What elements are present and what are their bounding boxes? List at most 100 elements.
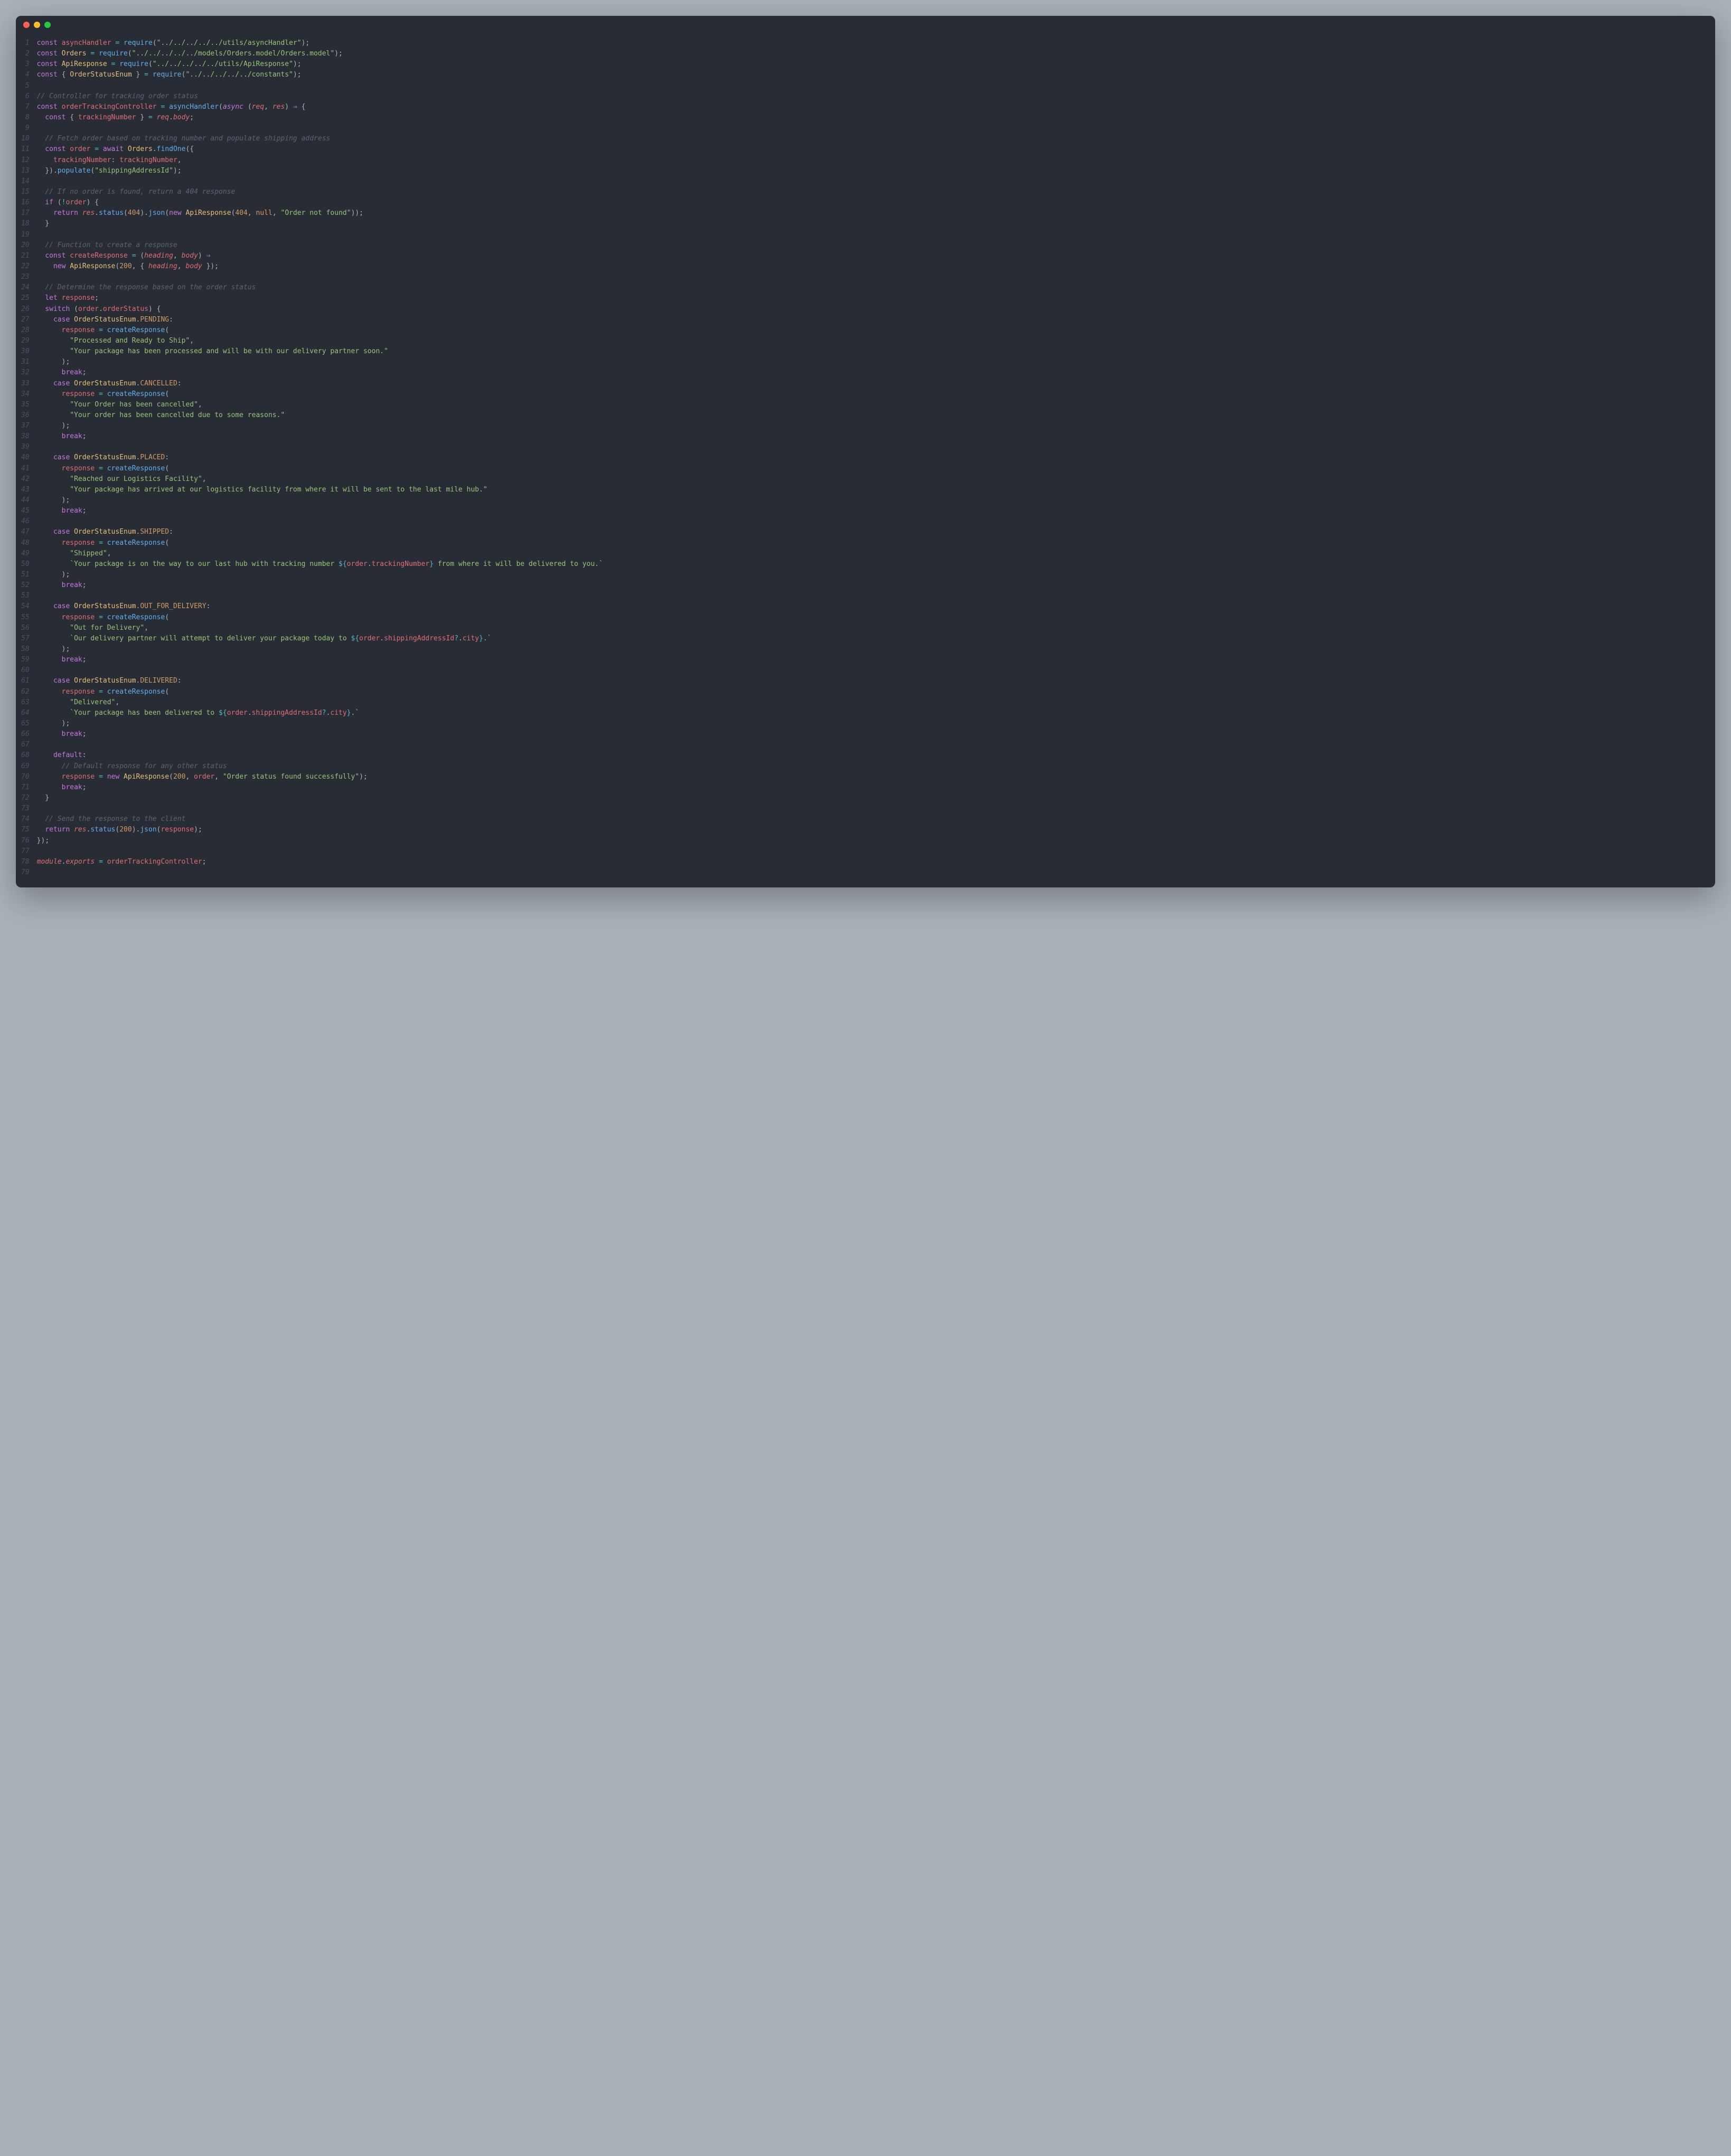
code-line[interactable] [37, 81, 1705, 91]
line-number: 65 [21, 718, 30, 729]
code-line[interactable]: "Reached our Logistics Facility", [37, 474, 1705, 485]
line-number: 3 [21, 59, 30, 70]
code-line[interactable]: `Your package is on the way to our last … [37, 559, 1705, 570]
code-line[interactable]: let response; [37, 293, 1705, 304]
code-editor[interactable]: 1234567891011121314151617181920212223242… [16, 34, 1715, 887]
code-line[interactable] [37, 803, 1705, 814]
code-line[interactable]: const createResponse = (heading, body) ⇒ [37, 251, 1705, 261]
line-number: 25 [21, 293, 30, 304]
code-line[interactable] [37, 442, 1705, 452]
code-line[interactable]: ); [37, 718, 1705, 729]
code-line[interactable]: // If no order is found, return a 404 re… [37, 187, 1705, 197]
line-number: 57 [21, 633, 30, 644]
code-line[interactable]: const order = await Orders.findOne({ [37, 144, 1705, 155]
code-line[interactable]: case OrderStatusEnum.PLACED: [37, 452, 1705, 463]
zoom-icon[interactable] [44, 22, 51, 28]
code-line[interactable]: const ApiResponse = require("../../../..… [37, 59, 1705, 70]
code-line[interactable]: // Controller for tracking order status [37, 91, 1705, 102]
code-line[interactable]: const asyncHandler = require("../../../.… [37, 38, 1705, 49]
code-line[interactable]: ); [37, 644, 1705, 655]
code-line[interactable]: response = createResponse( [37, 612, 1705, 623]
line-number: 58 [21, 644, 30, 655]
line-number: 7 [21, 102, 30, 112]
line-number: 79 [21, 867, 30, 878]
code-line[interactable] [37, 272, 1705, 282]
close-icon[interactable] [23, 22, 30, 28]
code-line[interactable]: ); [37, 570, 1705, 580]
code-line[interactable]: "Your package has been processed and wil… [37, 346, 1705, 357]
code-line[interactable]: }); [37, 836, 1705, 846]
code-line[interactable] [37, 230, 1705, 240]
minimize-icon[interactable] [34, 22, 40, 28]
code-line[interactable]: break; [37, 782, 1705, 793]
code-line[interactable]: "Shipped", [37, 549, 1705, 559]
code-line[interactable]: case OrderStatusEnum.OUT_FOR_DELIVERY: [37, 601, 1705, 612]
code-line[interactable] [37, 123, 1705, 134]
code-line[interactable]: response = createResponse( [37, 538, 1705, 549]
code-line[interactable] [37, 516, 1705, 527]
code-line[interactable]: break; [37, 580, 1705, 591]
code-line[interactable]: } [37, 219, 1705, 229]
code-line[interactable]: "Out for Delivery", [37, 623, 1705, 633]
code-line[interactable]: break; [37, 367, 1705, 378]
titlebar [16, 16, 1715, 34]
code-line[interactable]: // Fetch order based on tracking number … [37, 134, 1705, 144]
code-line[interactable]: return res.status(404).json(new ApiRespo… [37, 208, 1705, 219]
code-line[interactable]: }).populate("shippingAddressId"); [37, 166, 1705, 176]
code-line[interactable]: "Processed and Ready to Ship", [37, 336, 1705, 346]
code-line[interactable]: "Your order has been cancelled due to so… [37, 410, 1705, 421]
code-line[interactable]: // Send the response to the client [37, 814, 1705, 825]
code-line[interactable]: response = createResponse( [37, 325, 1705, 336]
code-line[interactable]: const { trackingNumber } = req.body; [37, 112, 1705, 123]
code-line[interactable]: "Your package has arrived at our logisti… [37, 485, 1705, 495]
code-line[interactable]: case OrderStatusEnum.CANCELLED: [37, 379, 1705, 389]
code-line[interactable]: case OrderStatusEnum.DELIVERED: [37, 676, 1705, 686]
code-line[interactable]: break; [37, 655, 1705, 665]
code-line[interactable]: // Default response for any other status [37, 761, 1705, 772]
line-number: 47 [21, 527, 30, 537]
code-line[interactable] [37, 591, 1705, 601]
code-line[interactable]: response = createResponse( [37, 464, 1705, 474]
code-line[interactable]: case OrderStatusEnum.SHIPPED: [37, 527, 1705, 537]
code-line[interactable]: `Your package has been delivered to ${or… [37, 708, 1705, 718]
code-line[interactable]: response = createResponse( [37, 389, 1705, 400]
code-line[interactable]: switch (order.orderStatus) { [37, 304, 1705, 315]
code-line[interactable]: "Delivered", [37, 697, 1705, 708]
code-line[interactable]: break; [37, 431, 1705, 442]
code-line[interactable]: const Orders = require("../../../../../m… [37, 49, 1705, 59]
line-number: 60 [21, 665, 30, 676]
code-line[interactable]: `Our delivery partner will attempt to de… [37, 633, 1705, 644]
code-line[interactable]: ); [37, 495, 1705, 506]
line-number: 35 [21, 400, 30, 410]
code-line[interactable]: } [37, 793, 1705, 803]
code-area[interactable]: const asyncHandler = require("../../../.… [37, 38, 1715, 878]
code-line[interactable]: const { OrderStatusEnum } = require("../… [37, 70, 1705, 80]
code-line[interactable] [37, 867, 1705, 878]
code-line[interactable]: return res.status(200).json(response); [37, 825, 1705, 835]
code-line[interactable]: ); [37, 421, 1705, 431]
code-line[interactable]: response = createResponse( [37, 687, 1705, 697]
code-line[interactable]: new ApiResponse(200, { heading, body }); [37, 261, 1705, 272]
code-line[interactable] [37, 740, 1705, 750]
code-line[interactable] [37, 846, 1705, 857]
code-line[interactable]: "Your Order has been cancelled", [37, 400, 1705, 410]
code-line[interactable]: case OrderStatusEnum.PENDING: [37, 315, 1705, 325]
line-number: 74 [21, 814, 30, 825]
code-line[interactable]: module.exports = orderTrackingController… [37, 857, 1705, 867]
code-line[interactable]: break; [37, 729, 1705, 740]
code-line[interactable]: const orderTrackingController = asyncHan… [37, 102, 1705, 112]
code-line[interactable]: // Determine the response based on the o… [37, 282, 1705, 293]
code-line[interactable]: // Function to create a response [37, 240, 1705, 251]
code-line[interactable]: trackingNumber: trackingNumber, [37, 155, 1705, 166]
line-number: 61 [21, 676, 30, 686]
line-number: 32 [21, 367, 30, 378]
code-line[interactable] [37, 665, 1705, 676]
code-line[interactable]: break; [37, 506, 1705, 516]
code-line[interactable]: default: [37, 750, 1705, 761]
code-line[interactable]: ); [37, 357, 1705, 367]
line-number: 21 [21, 251, 30, 261]
code-line[interactable]: if (!order) { [37, 197, 1705, 208]
code-line[interactable]: response = new ApiResponse(200, order, "… [37, 772, 1705, 782]
code-line[interactable] [37, 176, 1705, 187]
line-number: 12 [21, 155, 30, 166]
